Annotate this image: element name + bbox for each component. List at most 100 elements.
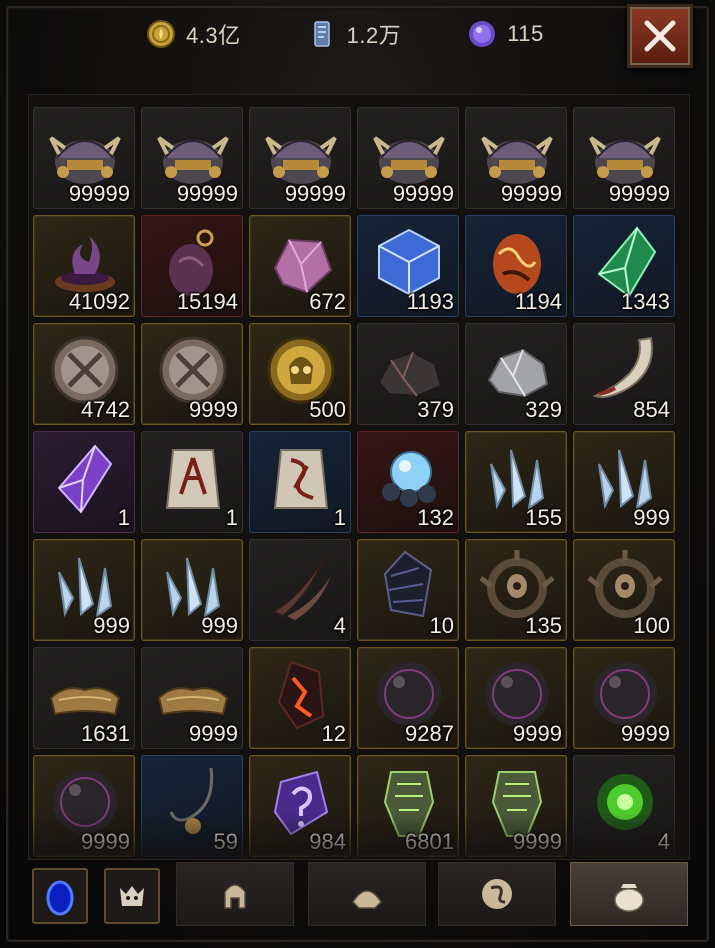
inventory-slot[interactable]: 99999: [465, 107, 567, 209]
item-quantity: 1343: [621, 289, 670, 314]
item-quantity: 1: [117, 505, 130, 530]
tab-armor-piece[interactable]: [308, 862, 426, 926]
tab-swirl-rune[interactable]: [438, 862, 556, 926]
item-quantity: 99999: [608, 181, 670, 206]
inventory-slot[interactable]: 10: [357, 539, 459, 641]
tab-demon-emblem[interactable]: [104, 868, 160, 924]
inventory-slot[interactable]: 854: [573, 323, 675, 425]
inventory-slot[interactable]: 99999: [33, 107, 135, 209]
inventory-slot[interactable]: 99999: [249, 107, 351, 209]
inventory-slot[interactable]: 1: [33, 431, 135, 533]
tab-pouch[interactable]: [570, 862, 688, 926]
inventory-slot[interactable]: 999: [141, 539, 243, 641]
item-quantity: 132: [417, 505, 454, 530]
item-quantity: 1194: [514, 289, 562, 314]
inventory-slot[interactable]: 984: [249, 755, 351, 857]
item-quantity: 12: [321, 721, 346, 746]
inventory-slot[interactable]: 155: [465, 431, 567, 533]
inventory-window: 4.3亿 1.2万 115 99999 99999 99999 99999 99999 9…: [0, 0, 715, 948]
orb-currency: 115: [467, 12, 544, 56]
inventory-slot[interactable]: 135: [465, 539, 567, 641]
inventory-slot[interactable]: 1193: [357, 215, 459, 317]
inventory-grid: 99999 99999 99999 99999 99999 99999 41092 15194…: [33, 107, 675, 857]
item-quantity: 9999: [189, 721, 238, 746]
item-quantity: 100: [633, 613, 670, 638]
item-quantity: 99999: [68, 181, 130, 206]
item-quantity: 999: [201, 613, 238, 638]
item-quantity: 1193: [406, 289, 454, 314]
gold-currency: 4.3亿: [146, 12, 241, 56]
inventory-slot[interactable]: 9999: [573, 647, 675, 749]
item-quantity: 10: [429, 613, 454, 638]
demon-emblem-icon: [120, 886, 144, 906]
currency-bar: 4.3亿 1.2万 115: [140, 12, 544, 56]
tab-helmet[interactable]: [176, 862, 294, 926]
inventory-slot[interactable]: 9999: [465, 755, 567, 857]
item-quantity: 4: [657, 829, 670, 854]
green-flame-orb-icon: [597, 774, 653, 830]
item-quantity: 9999: [189, 397, 238, 422]
item-quantity: 155: [525, 505, 562, 530]
item-quantity: 135: [525, 613, 562, 638]
inventory-slot[interactable]: 9999: [141, 647, 243, 749]
gold-amount: 4.3亿: [186, 23, 241, 48]
purple-orb-icon: [469, 21, 496, 47]
item-quantity: 1: [333, 505, 346, 530]
rune-stone-icon: [165, 449, 221, 509]
inventory-slot[interactable]: 672: [249, 215, 351, 317]
inventory-slot[interactable]: 500: [249, 323, 351, 425]
item-quantity: 500: [309, 397, 346, 422]
inventory-slot[interactable]: 9287: [357, 647, 459, 749]
item-quantity: 1: [225, 505, 238, 530]
portal-ring-icon: [46, 880, 74, 916]
item-quantity: 999: [633, 505, 670, 530]
item-quantity: 329: [525, 397, 562, 422]
inventory-slot[interactable]: 1343: [573, 215, 675, 317]
inventory-slot[interactable]: 4742: [33, 323, 135, 425]
close-icon: [644, 20, 676, 52]
close-button[interactable]: [627, 4, 693, 68]
item-quantity: 6801: [405, 829, 454, 854]
item-quantity: 9999: [513, 829, 562, 854]
item-quantity: 379: [417, 397, 454, 422]
pouch-icon: [614, 884, 644, 912]
inventory-slot[interactable]: 1194: [465, 215, 567, 317]
category-tab-bar: [28, 862, 690, 932]
item-quantity: 9287: [405, 721, 454, 746]
item-quantity: 999: [93, 613, 130, 638]
inventory-slot[interactable]: 999: [33, 539, 135, 641]
inventory-slot[interactable]: 4: [573, 755, 675, 857]
inventory-slot[interactable]: 1631: [33, 647, 135, 749]
inventory-slot[interactable]: 132: [357, 431, 459, 533]
inventory-slot[interactable]: 329: [465, 323, 567, 425]
item-quantity: 99999: [176, 181, 238, 206]
inventory-slot[interactable]: 15194: [141, 215, 243, 317]
inventory-slot[interactable]: 59: [141, 755, 243, 857]
inventory-slot[interactable]: 12: [249, 647, 351, 749]
item-quantity: 41092: [68, 289, 130, 314]
item-quantity: 9999: [81, 829, 130, 854]
inventory-slot[interactable]: 6801: [357, 755, 459, 857]
inventory-slot[interactable]: 1: [141, 431, 243, 533]
violet-gem-icon: [57, 444, 113, 514]
item-quantity: 4742: [81, 397, 130, 422]
inventory-slot[interactable]: 9999: [465, 647, 567, 749]
inventory-slot[interactable]: 9999: [33, 755, 135, 857]
inventory-slot[interactable]: 4: [249, 539, 351, 641]
inventory-slot[interactable]: 99999: [141, 107, 243, 209]
inventory-slot[interactable]: 99999: [357, 107, 459, 209]
tab-portal-ring[interactable]: [32, 868, 88, 924]
inventory-slot[interactable]: 379: [357, 323, 459, 425]
rune-stone-alt-icon: [273, 449, 329, 509]
item-quantity: 59: [213, 829, 238, 854]
inventory-slot[interactable]: 9999: [141, 323, 243, 425]
shard-currency: 1.2万: [307, 12, 402, 56]
inventory-slot[interactable]: 99999: [573, 107, 675, 209]
inventory-slot[interactable]: 1: [249, 431, 351, 533]
curved-horns-icon: [270, 555, 331, 620]
inventory-slot[interactable]: 999: [573, 431, 675, 533]
item-quantity: 99999: [284, 181, 346, 206]
inventory-slot[interactable]: 100: [573, 539, 675, 641]
swirl-rune-icon: [482, 879, 512, 909]
inventory-slot[interactable]: 41092: [33, 215, 135, 317]
